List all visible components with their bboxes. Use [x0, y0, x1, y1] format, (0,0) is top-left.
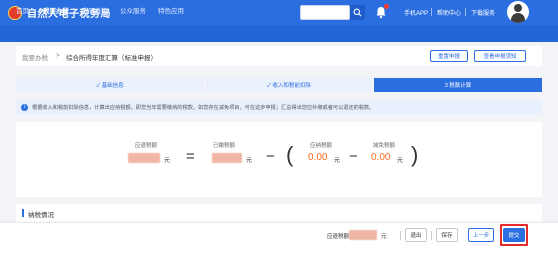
- breadcrumb-current: 综合所得年度汇算（标准申报）: [66, 55, 157, 62]
- relief-amount: 0.00: [371, 152, 391, 163]
- left-paren: (: [286, 142, 294, 167]
- footer-refund-redacted: [349, 230, 377, 240]
- notice-text: 根据收入和税前扣除信息，计算出应纳税额，即您当年需要缴纳的税款。如您存在减免项目…: [32, 104, 375, 111]
- divider: [400, 231, 401, 240]
- app-link[interactable]: 手机APP: [404, 8, 428, 17]
- step-basic-info[interactable]: ✓ 基础信息: [16, 78, 204, 92]
- payable-unit: 元: [334, 158, 341, 164]
- footer-refund-unit: 元: [381, 234, 387, 240]
- relief-label: 减免税额: [373, 143, 396, 149]
- search-input[interactable]: [300, 5, 350, 20]
- breadcrumb-root[interactable]: 我要办税: [22, 52, 48, 62]
- divider: [431, 231, 432, 240]
- nav-tax-handling[interactable]: 我要办税: [43, 5, 69, 15]
- avatar-body: [511, 13, 525, 23]
- step-income-deduction[interactable]: ✓ 收入和税前扣除: [206, 78, 372, 92]
- reset-declaration-button[interactable]: 重置申报: [430, 50, 468, 62]
- refund-amount-redacted: [128, 153, 160, 163]
- nav-featured[interactable]: 特色应用: [158, 5, 184, 15]
- equals-sign: =: [186, 148, 195, 165]
- main-nav: [0, 25, 558, 42]
- payable-amount: 0.00: [308, 152, 328, 163]
- nav-query[interactable]: 我要查询: [82, 5, 108, 15]
- user-avatar[interactable]: [507, 1, 529, 23]
- nav-home[interactable]: 首页: [16, 5, 29, 15]
- paid-unit: 元: [246, 158, 253, 164]
- section-title: 纳税情况: [28, 212, 54, 219]
- breadcrumb-separator: >: [56, 52, 60, 59]
- avatar-head: [514, 4, 522, 12]
- exit-button[interactable]: 退出: [405, 228, 427, 242]
- previous-step-button[interactable]: 上一步: [468, 228, 494, 242]
- tax-status-section: [16, 204, 542, 222]
- payable-label: 应纳税额: [310, 143, 333, 149]
- search-icon: [353, 8, 362, 17]
- section-marker: [22, 209, 24, 217]
- step-tax-calculation: 3 税款计算: [374, 78, 542, 92]
- submit-highlight-box: [500, 224, 528, 246]
- paid-amount-redacted: [212, 153, 242, 163]
- paid-label: 已缴税额: [213, 143, 236, 149]
- save-button[interactable]: 保存: [436, 228, 458, 242]
- minus-sign: −: [266, 148, 275, 165]
- right-paren: ): [411, 142, 419, 167]
- search-button[interactable]: [350, 5, 365, 20]
- refund-unit: 元: [164, 158, 171, 164]
- divider: [431, 8, 432, 16]
- help-center-link[interactable]: 帮助中心: [437, 8, 461, 17]
- view-notice-button[interactable]: 查看申报须知: [474, 50, 526, 62]
- footer-refund-label: 应退税额: [327, 234, 350, 240]
- tax-formula-card: [16, 122, 542, 197]
- notification-dot: [384, 4, 389, 9]
- info-notice: i 根据收入和税前扣除信息，计算出应纳税额，即您当年需要缴纳的税款。如您存在减免…: [16, 100, 542, 114]
- divider: [465, 8, 466, 16]
- info-icon: i: [21, 103, 28, 111]
- minus-sign: −: [349, 148, 358, 165]
- refund-label: 应退税额: [135, 143, 158, 149]
- nav-public-service[interactable]: 公众服务: [120, 5, 146, 15]
- relief-unit: 元: [397, 158, 404, 164]
- download-link[interactable]: 下载服务: [471, 8, 495, 17]
